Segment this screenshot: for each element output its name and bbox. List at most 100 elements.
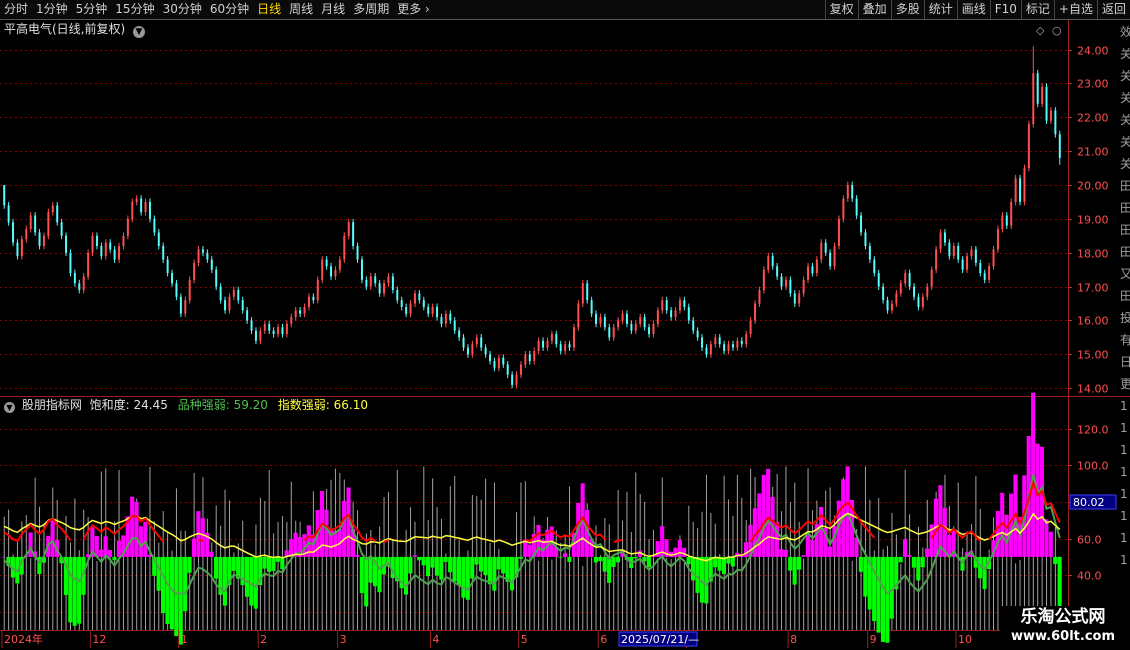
candle-body [542,340,545,348]
strength-bar-positive [527,544,532,557]
candle-body [643,317,646,328]
chart-canvas[interactable]: 24.00 23.00 22.00 21.00 20.00 19.00 18.00 17.00… [0,0,1130,650]
strength-bar-negative [492,556,497,591]
strength-bar-negative [77,556,82,624]
candle-body [550,334,553,341]
candle-body [228,296,231,311]
candle-body [904,273,907,284]
right-edge-glyph: 关 [1120,157,1130,171]
strength-bar-positive [682,547,687,557]
candle-body [188,279,191,301]
strength-bar-negative [262,556,267,569]
candle-body [184,300,187,314]
strength-bar-positive [2,556,7,558]
strength-bar-negative [487,556,492,585]
strength-bar-positive [810,540,815,557]
candle-body [321,259,324,280]
strength-bar-positive [116,540,121,557]
candle-body [502,357,505,365]
candle-body [824,242,827,253]
candle-body [497,357,500,368]
strength-bar-negative [178,556,183,645]
candle-body [56,205,59,223]
candle-body [206,252,209,260]
strength-bar-negative [271,556,276,571]
candle-body [484,347,487,355]
diamond-icon: ◇ [1036,24,1045,37]
candle-body [34,215,37,233]
candle-body [908,273,911,287]
candle-body [285,323,288,335]
strength-bar-negative [898,556,903,563]
right-edge-glyph: 效 [1120,24,1130,39]
x-tick-label: 6 [600,633,607,646]
candle-body [581,283,584,304]
candle-body [970,249,973,257]
candle-body [665,300,668,311]
x-tick-label: 2024年 [4,632,43,646]
candle-body [281,327,284,335]
candle-body [661,300,664,311]
candle-body [458,330,461,338]
candle-body [807,266,810,280]
candle-body [73,273,76,284]
candle-body [723,344,726,351]
candle-body [471,344,474,355]
candle-body [528,354,531,362]
strength-bar-negative [452,556,457,582]
candle-body [767,256,770,270]
candle-body [422,300,425,307]
right-edge-glyph: 关 [1120,113,1130,127]
strength-bar-positive [50,520,55,557]
watermark-title: 乐淘公式网 [1020,607,1106,627]
candle-body [219,286,222,301]
candle-body [246,310,249,321]
candle-body [409,303,412,314]
strength-bar-negative [721,556,727,575]
strength-bar-negative [1057,556,1062,608]
candle-body [303,306,306,314]
strength-bar-negative [876,556,881,633]
strength-bar-negative [501,556,506,574]
strength-signal-line [613,538,623,543]
candle-body [771,256,774,267]
candle-body [860,215,863,233]
candle-body [511,374,514,385]
candle-body [1027,124,1030,169]
candle-body [603,317,606,328]
price-tick-label: 19.00 [1077,214,1109,227]
candle-body [325,259,328,267]
candle-body [144,201,147,213]
candle-body [992,249,995,267]
strength-bar-negative [72,556,77,626]
candle-body [784,279,787,287]
candle-body [868,245,871,260]
candle-body [842,198,845,219]
candle-body [577,303,580,328]
candle-body [882,286,885,301]
candle-body [148,201,151,219]
candle-body [709,344,712,355]
price-tick-label: 22.00 [1077,112,1109,125]
candle-body [277,327,280,335]
strength-bar-negative [611,556,616,567]
x-tick-label: 5 [521,633,528,646]
right-edge-glyph: 关 [1120,91,1130,105]
candle-body [224,300,227,311]
candle-body [100,245,103,257]
candle-body [338,259,341,270]
price-tick-label: 20.00 [1077,180,1109,193]
candle-body [334,269,337,277]
price-tick-label: 15.00 [1077,349,1109,362]
strength-bar-positive [925,548,930,557]
candle-body [996,229,999,250]
strength-bar-negative [222,556,227,606]
strength-bar-negative [558,556,563,558]
right-edge-glyph: 田 [1120,245,1130,259]
right-edge-glyph: 1 [1120,553,1128,567]
candle-body [683,300,686,307]
candle-body [621,313,624,321]
candle-body [250,320,253,331]
candle-body [595,313,598,324]
candle-body [634,323,637,331]
